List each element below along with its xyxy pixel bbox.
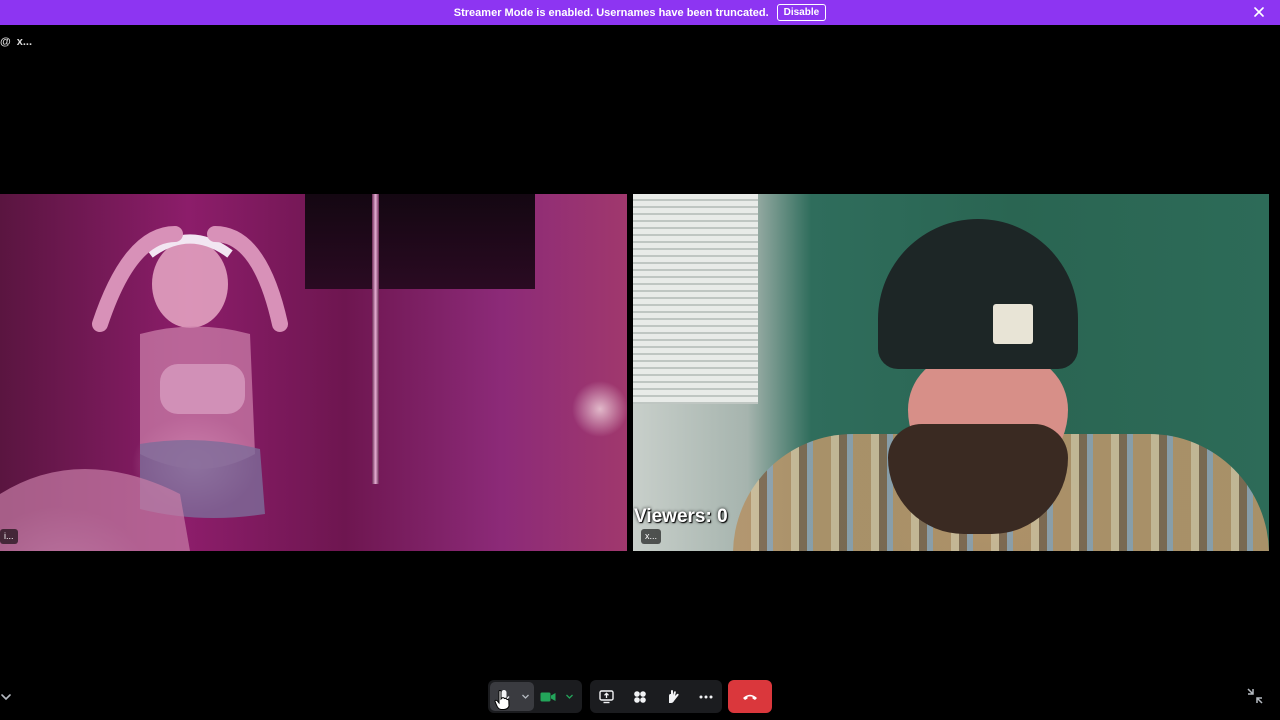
participant-name-tag: i... <box>0 529 18 544</box>
call-tools <box>590 680 722 713</box>
person-silhouette <box>0 226 288 551</box>
beanie-hat <box>878 219 1078 369</box>
mic-options-chevron-icon[interactable] <box>518 682 532 711</box>
close-icon[interactable] <box>1252 5 1266 19</box>
exit-fullscreen-icon[interactable] <box>1247 688 1263 704</box>
streamer-mode-banner: Streamer Mode is enabled. Usernames have… <box>0 0 1280 25</box>
disable-streamer-mode-button[interactable]: Disable <box>776 4 827 21</box>
soundboard-icon[interactable] <box>658 680 688 713</box>
end-call-button[interactable] <box>728 680 772 713</box>
beanie-logo <box>993 304 1033 344</box>
more-icon[interactable] <box>691 680 721 713</box>
mouse-cursor-icon <box>494 690 510 710</box>
voice-call-window: Streamer Mode is enabled. Usernames have… <box>0 0 1280 720</box>
video-tile-left[interactable]: i... <box>0 194 627 551</box>
window-blinds <box>633 194 758 404</box>
at-icon: @ <box>0 36 11 48</box>
channel-name[interactable]: x... <box>17 36 32 48</box>
video-camera-icon[interactable] <box>534 680 562 713</box>
activities-icon[interactable] <box>625 680 655 713</box>
participant-name-tag: x... <box>641 529 662 544</box>
viewers-count: Viewers: 0 <box>634 506 728 527</box>
video-tile-right[interactable]: Viewers: 0 x... <box>633 194 1269 551</box>
banner-message: Streamer Mode is enabled. Usernames have… <box>453 6 769 19</box>
screen-share-icon[interactable] <box>592 680 622 713</box>
channel-header: @ x... <box>0 35 32 49</box>
camera-options-chevron-icon[interactable] <box>562 680 576 713</box>
call-control-bar <box>0 680 1280 713</box>
phone-hangup-icon <box>743 694 757 700</box>
